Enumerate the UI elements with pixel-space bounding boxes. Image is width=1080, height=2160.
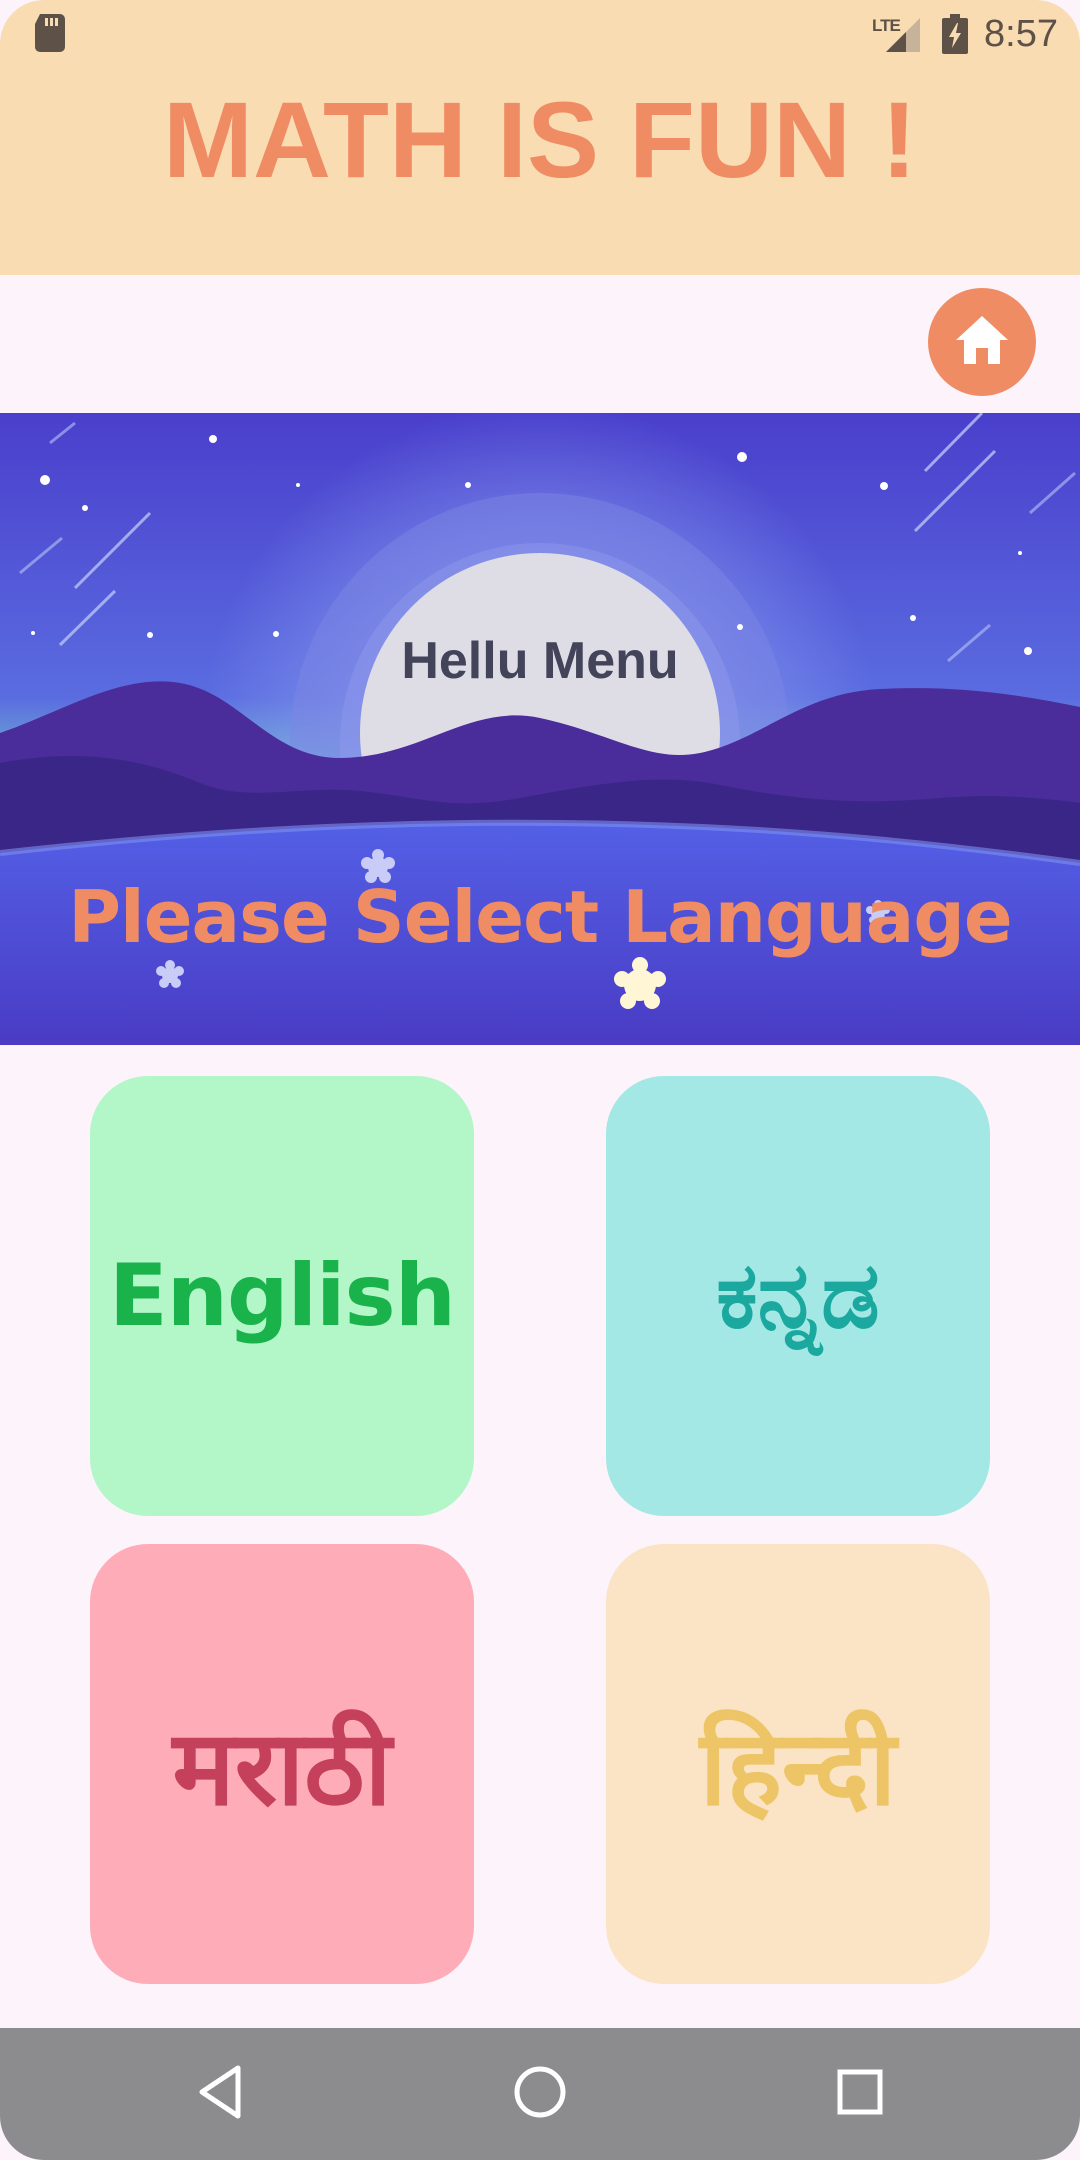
navigation-bar: [0, 2028, 1080, 2160]
screen: LTE 8:57 MATH IS FUN ! Hellu Menu Please…: [0, 0, 1080, 2160]
language-kannada-label: ಕನ್ನಡ: [716, 1241, 880, 1349]
language-kannada-button[interactable]: ಕನ್ನಡ: [606, 1076, 990, 1516]
nav-home-button[interactable]: [500, 2054, 580, 2134]
back-icon: [192, 2062, 252, 2126]
status-icons: LTE 8:57: [872, 6, 1058, 62]
banner-greeting: Hellu Menu: [401, 632, 679, 690]
back-button[interactable]: [182, 2054, 262, 2134]
language-hindi-label: हिन्दी: [699, 1706, 897, 1829]
banner: Hellu Menu Please Select Language: [0, 413, 1080, 1045]
recents-button[interactable]: [820, 2054, 900, 2134]
language-hindi-button[interactable]: हिन्दी: [606, 1544, 990, 1984]
status-bar: LTE 8:57: [0, 0, 1080, 66]
status-time: 8:57: [984, 12, 1058, 55]
language-english-button[interactable]: English: [90, 1076, 474, 1516]
home-circle-icon: [510, 2062, 570, 2126]
language-marathi-button[interactable]: मराठी: [90, 1544, 474, 1984]
app-header: LTE 8:57 MATH IS FUN !: [0, 0, 1080, 275]
home-icon: [952, 312, 1012, 372]
language-marathi-label: मराठी: [172, 1706, 392, 1829]
app-title: MATH IS FUN !: [163, 79, 917, 200]
battery-charging-icon: [942, 14, 969, 54]
select-language-prompt: Please Select Language: [68, 875, 1012, 959]
recents-icon: [830, 2062, 890, 2126]
home-button[interactable]: [928, 288, 1036, 396]
lte-signal-icon: LTE: [872, 12, 922, 56]
language-english-label: English: [109, 1246, 456, 1346]
sd-card-icon: [34, 14, 66, 52]
